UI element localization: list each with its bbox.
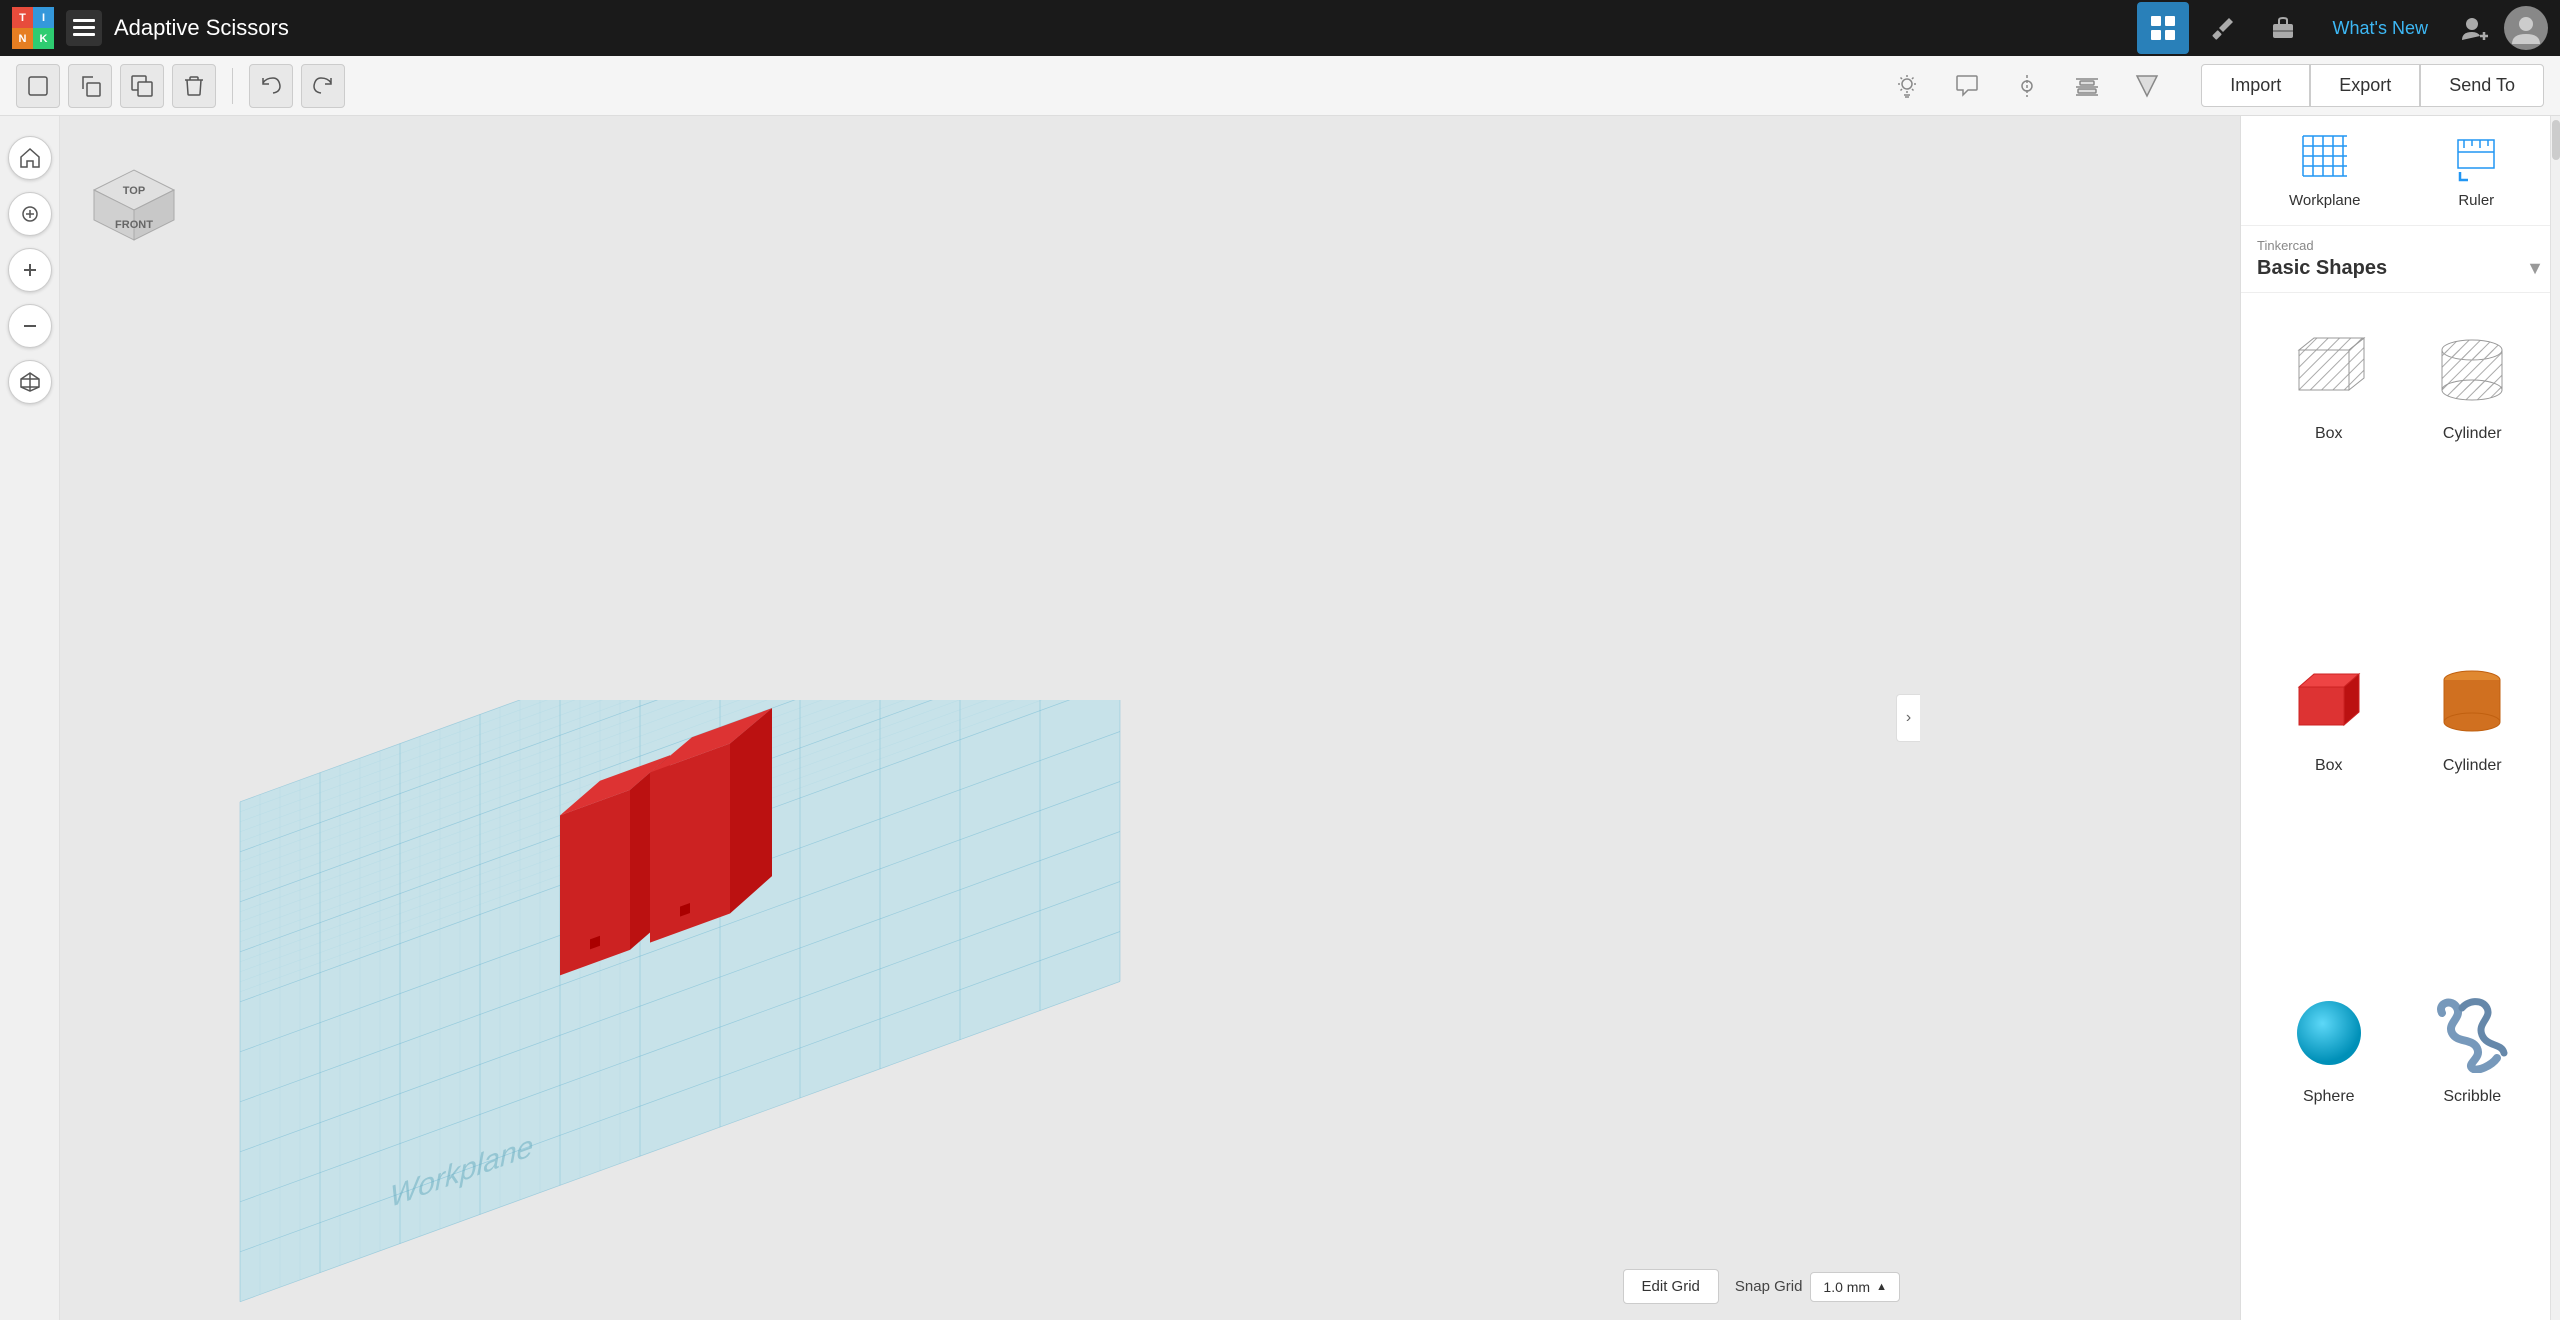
shape-label-sphere: Sphere <box>2303 1088 2355 1106</box>
svg-text:TOP: TOP <box>123 185 145 197</box>
shapes-grid: Box <box>2241 293 2560 1320</box>
shape-item-sphere-blue[interactable]: Sphere <box>2257 972 2401 1304</box>
fit-view-btn[interactable] <box>8 192 52 236</box>
snap-value-select[interactable]: 1.0 mm ▲ <box>1810 1272 1900 1302</box>
shape-label-box-gray: Box <box>2315 425 2343 443</box>
logo-cell-tl: T <box>12 7 33 28</box>
shape-label-cylinder-orange: Cylinder <box>2443 757 2502 775</box>
shape-item-box-gray[interactable]: Box <box>2257 309 2401 641</box>
comment-btn[interactable] <box>1945 64 1989 108</box>
workplane-area[interactable]: Workplane <box>110 236 2240 1320</box>
snap-arrow-icon: ▲ <box>1876 1281 1887 1293</box>
main-content: TOP FRONT <box>0 116 2560 1320</box>
toolbar-right <box>1885 64 2169 108</box>
ruler-panel-btn[interactable]: Ruler <box>2409 132 2545 209</box>
left-controls <box>0 116 60 1320</box>
duplicate-btn[interactable] <box>120 64 164 108</box>
avatar[interactable] <box>2504 6 2548 50</box>
edit-grid-btn[interactable]: Edit Grid <box>1623 1269 1719 1304</box>
shape-item-cylinder-gray[interactable]: Cylinder <box>2401 309 2545 641</box>
shape-label-box-red: Box <box>2315 757 2343 775</box>
shape-thumb-cylinder-orange <box>2417 657 2527 747</box>
shape-thumb-cylinder-gray <box>2417 325 2527 415</box>
logo-cell-br: K <box>33 28 54 49</box>
add-user-btn[interactable] <box>2452 6 2496 50</box>
app-title: Adaptive Scissors <box>114 15 2125 41</box>
view-cube[interactable]: TOP FRONT <box>84 140 174 230</box>
flip-btn[interactable] <box>2125 64 2169 108</box>
import-btn[interactable]: Import <box>2201 64 2310 107</box>
shape-selector-text: Basic Shapes <box>2257 257 2387 280</box>
panel-collapse-handle[interactable]: › <box>1896 694 1920 742</box>
logo[interactable]: T I N K <box>12 7 54 49</box>
scrollbar-thumb[interactable] <box>2552 120 2560 160</box>
undo-btn[interactable] <box>249 64 293 108</box>
redo-btn[interactable] <box>301 64 345 108</box>
chevron-down-icon: ▼ <box>2526 258 2544 279</box>
perspective-btn[interactable] <box>8 360 52 404</box>
panel-header: Workplane <box>2241 116 2560 226</box>
shape-thumb-scribble <box>2417 988 2527 1078</box>
shape-selector-value[interactable]: Basic Shapes ▼ <box>2257 257 2544 280</box>
export-btn[interactable]: Export <box>2310 64 2420 107</box>
shape-category-label: Tinkercad <box>2257 238 2544 253</box>
shape-item-cylinder-orange[interactable]: Cylinder <box>2401 641 2545 973</box>
ruler-panel-label: Ruler <box>2458 192 2494 209</box>
shape-label-scribble: Scribble <box>2443 1088 2501 1106</box>
snap-value-text: 1.0 mm <box>1823 1279 1870 1295</box>
workplane-panel-btn[interactable]: Workplane <box>2257 132 2393 209</box>
workplane-icon <box>2299 132 2351 184</box>
copy-btn[interactable] <box>68 64 112 108</box>
snap-grid-label: Snap Grid <box>1735 1278 1803 1295</box>
align-btn[interactable] <box>2065 64 2109 108</box>
bottom-bar: Edit Grid Snap Grid 1.0 mm ▲ <box>1623 1269 1900 1304</box>
navbar: T I N K Adaptive Scissors <box>0 0 2560 56</box>
right-panel: Workplane <box>2240 116 2560 1320</box>
grid-view-btn[interactable] <box>2137 2 2189 54</box>
logo-cell-tr: I <box>33 7 54 28</box>
shape-label-cylinder-gray: Cylinder <box>2443 425 2502 443</box>
projects-btn[interactable] <box>2257 2 2309 54</box>
light-btn[interactable] <box>1885 64 1929 108</box>
viewport[interactable]: TOP FRONT <box>60 116 2240 1320</box>
toolbar: Import Export Send To <box>0 56 2560 116</box>
shape-thumb-box-red <box>2274 657 2384 747</box>
logo-cell-bl: N <box>12 28 33 49</box>
home-view-btn[interactable] <box>8 136 52 180</box>
toolbar-sep-1 <box>232 68 233 104</box>
delete-btn[interactable] <box>172 64 216 108</box>
shape-item-box-red[interactable]: Box <box>2257 641 2401 973</box>
whats-new-btn[interactable]: What's New <box>2317 18 2444 39</box>
zoom-out-btn[interactable] <box>8 304 52 348</box>
mirror-btn[interactable] <box>2005 64 2049 108</box>
svg-text:FRONT: FRONT <box>115 219 153 231</box>
ruler-icon <box>2450 132 2502 184</box>
action-buttons: Import Export Send To <box>2201 64 2544 107</box>
shape-item-scribble[interactable]: Scribble <box>2401 972 2545 1304</box>
shape-thumb-box-gray <box>2274 325 2384 415</box>
menu-icon[interactable] <box>66 10 102 46</box>
tools-btn[interactable] <box>2197 2 2249 54</box>
workplane-panel-label: Workplane <box>2289 192 2360 209</box>
send-to-btn[interactable]: Send To <box>2420 64 2544 107</box>
scrollbar[interactable] <box>2550 116 2560 1320</box>
new-btn[interactable] <box>16 64 60 108</box>
zoom-in-btn[interactable] <box>8 248 52 292</box>
shape-selector[interactable]: Tinkercad Basic Shapes ▼ <box>2241 226 2560 293</box>
shape-thumb-sphere-blue <box>2274 988 2384 1078</box>
nav-right: What's New <box>2137 2 2548 54</box>
snap-grid-control: Snap Grid 1.0 mm ▲ <box>1735 1272 1900 1302</box>
